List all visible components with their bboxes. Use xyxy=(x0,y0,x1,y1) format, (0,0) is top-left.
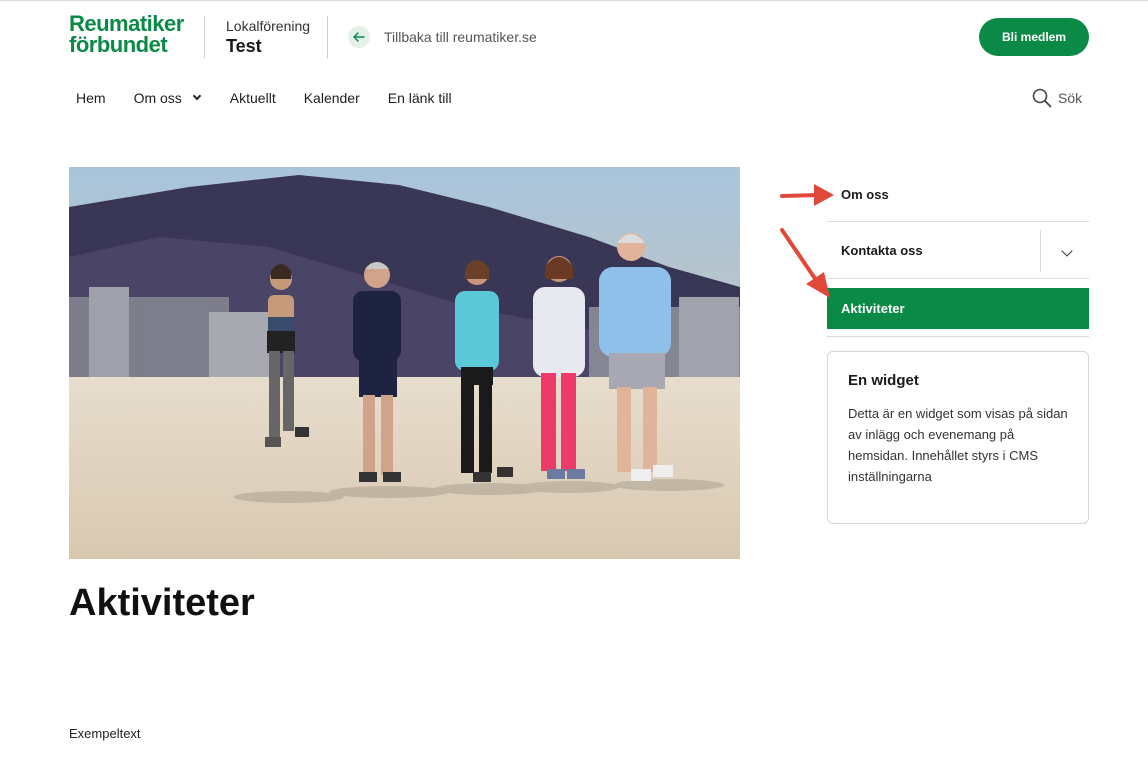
page-title: Aktiviteter xyxy=(69,582,255,624)
main-navigation: Hem Om oss Aktuellt Kalender En länk til… xyxy=(76,90,480,106)
sidebar-widget: En widget Detta är en widget som visas p… xyxy=(827,351,1089,524)
nav-item-kalender[interactable]: Kalender xyxy=(304,90,360,106)
widget-title: En widget xyxy=(848,372,919,389)
reumatikerforbundet-logo[interactable]: Reumatiker förbundet xyxy=(69,11,184,57)
org-name: Test xyxy=(226,36,262,56)
nav-item-aktuellt[interactable]: Aktuellt xyxy=(230,90,276,106)
header-divider xyxy=(204,16,205,58)
become-member-button[interactable]: Bli medlem xyxy=(979,18,1089,56)
sidebar-item-aktiviteter[interactable]: Aktiviteter xyxy=(827,288,1089,329)
sidebar-item-kontakta-oss[interactable]: Kontakta oss xyxy=(827,223,1089,279)
back-link-label: Tillbaka till reumatiker.se xyxy=(384,29,537,45)
annotation-arrow-icon xyxy=(780,228,830,298)
org-subtitle: Lokalförening xyxy=(226,18,311,34)
local-association: Lokalförening Test xyxy=(226,18,310,57)
logo-line-2: förbundet xyxy=(69,32,168,57)
nav-item-hem[interactable]: Hem xyxy=(76,90,106,106)
nav-item-en-lank-till[interactable]: En länk till xyxy=(388,90,452,106)
sidebar-item-om-oss[interactable]: Om oss xyxy=(827,168,1089,222)
top-border xyxy=(0,0,1148,1)
submenu-divider xyxy=(1040,230,1041,272)
search-icon xyxy=(1032,88,1052,108)
nav-item-om-oss[interactable]: Om oss xyxy=(133,90,202,106)
body-text: Exempeltext xyxy=(69,726,141,741)
search-label: Sök xyxy=(1058,90,1083,106)
annotation-arrow-icon xyxy=(780,184,834,206)
header-divider xyxy=(327,16,328,58)
search-button[interactable]: Sök xyxy=(1032,88,1082,108)
back-to-reumatiker-link[interactable]: Tillbaka till reumatiker.se xyxy=(348,26,537,48)
arrow-left-icon xyxy=(348,26,370,48)
widget-body: Detta är en widget som visas på sidan av… xyxy=(848,406,1068,484)
chevron-down-icon xyxy=(192,91,202,101)
sidebar-divider xyxy=(827,336,1089,337)
nav-item-label: Om oss xyxy=(133,90,182,106)
logo-line-1: Reumatiker xyxy=(69,11,184,36)
hero-image xyxy=(69,167,740,559)
